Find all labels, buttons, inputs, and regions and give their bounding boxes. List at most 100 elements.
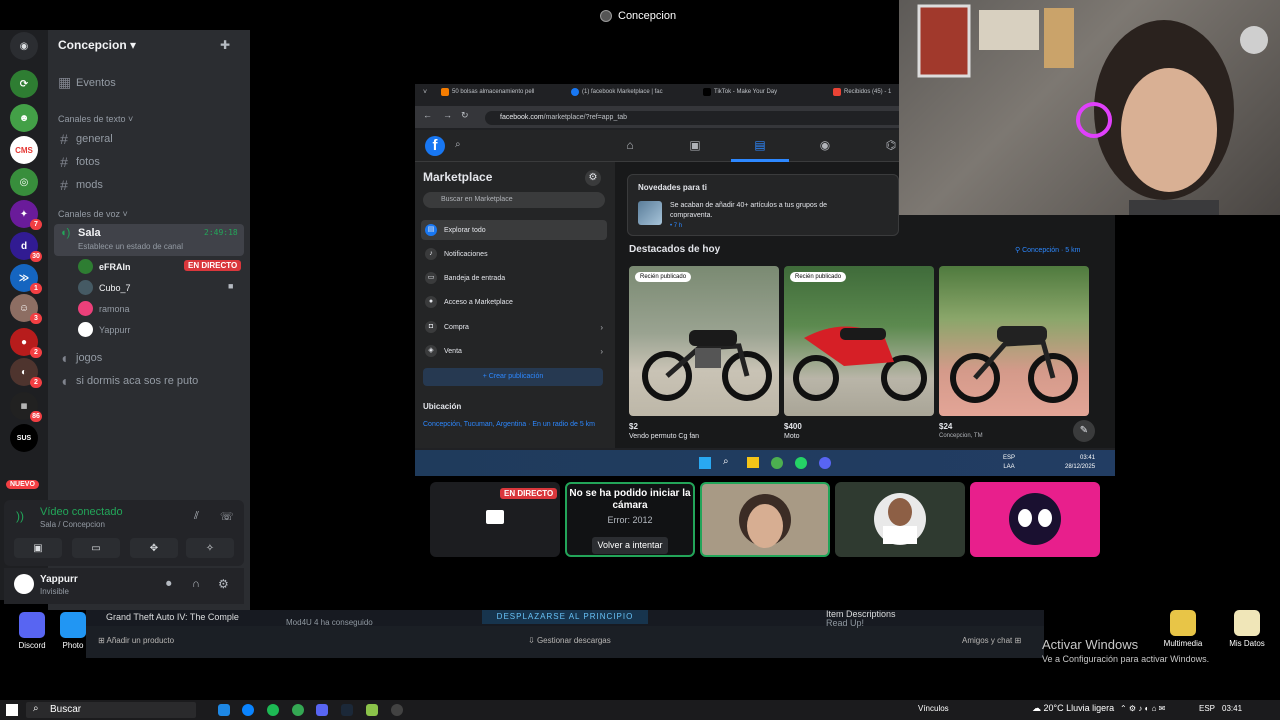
- disconnect-icon[interactable]: ☏: [220, 510, 234, 523]
- menu-sell[interactable]: ◈ Venta ›: [421, 341, 607, 361]
- text-category[interactable]: Canales de texto ˅: [58, 114, 133, 124]
- clock[interactable]: 03:41: [1222, 704, 1242, 713]
- tab-list-icon[interactable]: ˅: [423, 89, 427, 96]
- game-title[interactable]: Grand Theft Auto IV: The Comple: [106, 612, 239, 622]
- noise-suppression-icon[interactable]: ⫽: [194, 510, 199, 523]
- gaming-icon[interactable]: ⌬: [883, 138, 899, 152]
- tab[interactable]: 50 bolsas almacenamiento pell: [441, 88, 534, 96]
- participant-tile[interactable]: [970, 482, 1100, 557]
- obs-icon[interactable]: [391, 704, 403, 716]
- groups-icon[interactable]: ◉: [817, 138, 833, 152]
- voice-category[interactable]: Canales de voz ˅: [58, 209, 128, 219]
- server-name-button[interactable]: Concepcion ▾: [58, 38, 136, 52]
- voice-user[interactable]: Yappurr: [78, 322, 130, 337]
- desktop-icon-mis-datos[interactable]: Mis Datos: [1222, 610, 1272, 648]
- app-icon[interactable]: [218, 704, 230, 716]
- voice-connected-subtitle[interactable]: Sala / Concepcion: [40, 520, 105, 529]
- events-item[interactable]: ▦ Eventos: [58, 74, 116, 91]
- app-icon[interactable]: [366, 704, 378, 716]
- search-icon[interactable]: ⌕: [455, 139, 461, 150]
- voice-channel-jogos[interactable]: ◖ jogos: [58, 350, 103, 366]
- settings-gear-icon[interactable]: ⚙: [585, 170, 601, 186]
- video-icon[interactable]: ▣: [687, 138, 703, 152]
- facebook-logo-icon[interactable]: f: [425, 136, 445, 156]
- participant-tile[interactable]: [835, 482, 965, 557]
- location-link[interactable]: Concepción, Tucuman, Argentina · En un r…: [423, 419, 603, 430]
- discord-icon[interactable]: [316, 704, 328, 716]
- listing-card[interactable]: Recién publicado $400 Moto: [784, 266, 934, 440]
- server-icon[interactable]: ≫ 1: [10, 264, 42, 294]
- edge-icon[interactable]: [242, 704, 254, 716]
- settings-gear-icon[interactable]: ⚙: [218, 577, 229, 591]
- server-icon[interactable]: ☺ 3: [10, 294, 42, 324]
- headphones-icon[interactable]: ∩: [192, 578, 200, 590]
- stream-tile[interactable]: EN DIRECTO: [430, 482, 560, 557]
- soundboard-button[interactable]: ✧: [186, 538, 234, 558]
- invite-user-icon[interactable]: ✚: [220, 38, 236, 52]
- start-icon[interactable]: [6, 704, 18, 716]
- tab-active[interactable]: (1) facebook Marketplace | fac: [571, 88, 663, 96]
- server-icon[interactable]: ◐ 2: [10, 358, 42, 388]
- marketplace-icon[interactable]: ▤: [752, 138, 768, 152]
- reload-icon[interactable]: ↻: [461, 110, 469, 121]
- voice-channel-sala[interactable]: ◖) Sala 2:49:18 Establece un estado de c…: [54, 224, 244, 256]
- compose-button[interactable]: ✎: [1073, 420, 1095, 442]
- listing-card[interactable]: $24 Concepcion, TM: [939, 266, 1089, 439]
- voice-user[interactable]: Cubo_7: [78, 280, 131, 295]
- server-icon[interactable]: ◎: [10, 168, 38, 196]
- menu-access[interactable]: ● Acceso a Marketplace: [421, 292, 607, 312]
- downloads-button[interactable]: ⇩ Gestionar descargas: [528, 636, 611, 645]
- create-listing-button[interactable]: + Crear publicación: [423, 368, 603, 386]
- server-icon[interactable]: ⟳: [10, 70, 38, 98]
- desktop-icon-multimedia[interactable]: Multimedia: [1158, 610, 1208, 648]
- camera-off-button[interactable]: ▣: [14, 538, 62, 558]
- channel-status[interactable]: Establece un estado de canal: [78, 242, 183, 251]
- location-filter[interactable]: ⚲ Concepción · 5 km: [1015, 246, 1080, 254]
- item-descriptions[interactable]: Item Descriptions Read Up!: [826, 610, 896, 628]
- tab[interactable]: Recibidos (45) - 1: [833, 88, 891, 96]
- home-icon[interactable]: ⌂: [622, 138, 638, 152]
- voice-channel-other[interactable]: ◖ si dormis aca sos re puto: [58, 373, 199, 389]
- server-icon[interactable]: ☻: [10, 104, 38, 132]
- server-icon[interactable]: ✦ 7: [10, 200, 42, 230]
- friends-chat-button[interactable]: Amigos y chat ⊞: [962, 636, 1021, 645]
- avatar[interactable]: [14, 574, 34, 594]
- server-icon[interactable]: ● 2: [10, 328, 42, 358]
- spotify-icon[interactable]: [267, 704, 279, 716]
- tab[interactable]: TikTok - Make Your Day: [703, 88, 777, 96]
- forward-icon[interactable]: →: [443, 110, 452, 120]
- menu-buy[interactable]: ◘ Compra ›: [421, 317, 607, 337]
- chrome-icon[interactable]: [292, 704, 304, 716]
- mic-icon[interactable]: ⏺: [166, 578, 172, 591]
- server-icon[interactable]: SUS: [10, 424, 38, 452]
- scroll-to-top-button[interactable]: DESPLAZARSE AL PRINCIPIO: [482, 610, 648, 624]
- server-icon[interactable]: CMS: [10, 136, 38, 164]
- channel-mods[interactable]: # mods: [58, 177, 103, 193]
- desktop-icon-photo[interactable]: Photo: [55, 612, 91, 650]
- language-indicator[interactable]: ESP: [1199, 704, 1215, 713]
- server-icon[interactable]: d 30: [10, 232, 42, 262]
- tray-icons[interactable]: ⌃ ⚙ ♪ ◐ ⌂ ✉: [1120, 704, 1165, 713]
- marketplace-search-input[interactable]: Buscar en Marketplace: [423, 192, 605, 208]
- menu-explore-all[interactable]: ▤ Explorar todo: [421, 220, 607, 240]
- weather-widget[interactable]: ☁ 20°C Lluvia ligera: [1032, 703, 1114, 714]
- desktop-icon-discord[interactable]: Discord: [7, 612, 57, 650]
- server-icon[interactable]: ▦ 86: [10, 392, 42, 422]
- url-field[interactable]: facebook.com/marketplace/?ref=app_tab: [485, 111, 905, 125]
- news-card[interactable]: Novedades para ti Se acaban de añadir 40…: [627, 174, 899, 236]
- links-toolbar[interactable]: Vínculos: [918, 704, 949, 713]
- channel-general[interactable]: # general: [58, 131, 113, 147]
- menu-notifications[interactable]: ♪ Notificaciones: [421, 244, 607, 264]
- activities-button[interactable]: ✥: [130, 538, 178, 558]
- voice-user[interactable]: ramona: [78, 301, 130, 316]
- screen-share-button[interactable]: ▭: [72, 538, 120, 558]
- discord-home-icon[interactable]: ◉: [10, 32, 38, 60]
- steam-icon[interactable]: [341, 704, 353, 716]
- back-icon[interactable]: ←: [423, 110, 432, 120]
- taskbar-search[interactable]: ⌕ Buscar: [26, 702, 196, 718]
- menu-inbox[interactable]: ▭ Bandeja de entrada: [421, 268, 607, 288]
- participant-tile[interactable]: [700, 482, 830, 557]
- retry-button[interactable]: Volver a intentar: [592, 537, 668, 554]
- listing-card[interactable]: Recién publicado $2 Vendo permuto Cg fan: [629, 266, 779, 440]
- voice-user[interactable]: eFRAIn: [78, 259, 131, 274]
